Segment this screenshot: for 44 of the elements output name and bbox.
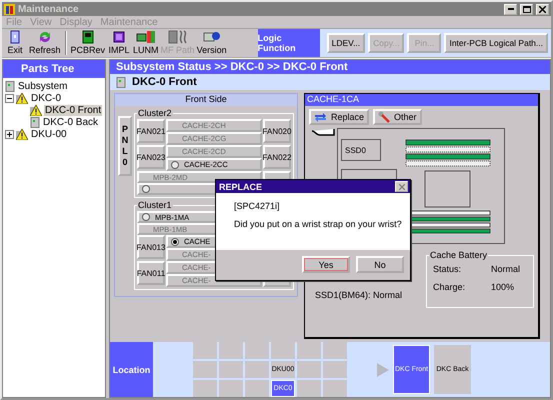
ssd-slot: SSD0: [341, 139, 381, 161]
action-button[interactable]: Other: [373, 109, 422, 125]
group-label: Cluster2: [137, 108, 173, 118]
window-title: Maintenance: [18, 4, 80, 14]
toolbar-button[interactable]: PCBRev: [70, 29, 106, 57]
dialog-title: REPLACE: [219, 182, 262, 192]
toolbar-button[interactable]: Version: [196, 29, 228, 57]
action-button[interactable]: Inter-PCB Logical Path...: [444, 33, 548, 53]
action-button[interactable]: LDEV...: [326, 33, 366, 53]
field-label: Charge:: [433, 282, 466, 292]
toolbar-button[interactable]: LUNM: [132, 29, 160, 57]
dialog-button[interactable]: No: [356, 256, 404, 273]
dialog-button[interactable]: Yes: [302, 256, 350, 273]
action-button[interactable]: Replace: [309, 109, 370, 125]
view-title: DKC-0 Front: [132, 76, 197, 88]
group-label: Cluster1: [137, 200, 173, 210]
field-value: Normal: [491, 264, 522, 274]
tree-item[interactable]: Subsystem: [17, 80, 68, 92]
panel-title: Parts Tree: [3, 60, 105, 78]
toolbar-button[interactable]: Exit: [2, 29, 28, 57]
panel-button[interactable]: PNL0: [118, 116, 132, 176]
field-label: SSD1(BM64):: [315, 290, 372, 300]
section-label: Logic Function: [258, 29, 320, 57]
fan-button[interactable]: FAN020: [263, 119, 291, 143]
section-label: Location: [110, 342, 153, 397]
panel-title: CACHE-1CA: [305, 94, 538, 106]
breadcrumb: Subsystem Status >> DKC-0 >> DKC-0 Front: [110, 60, 550, 74]
tree-item[interactable]: DKC-0 Back: [42, 116, 100, 128]
tree-item[interactable]: DKC-0: [30, 92, 62, 104]
field-value: 100%: [491, 282, 516, 292]
tree-item[interactable]: DKU-00: [30, 128, 68, 140]
group-label: Cache Battery: [429, 250, 488, 260]
fan-button[interactable]: FAN011: [137, 261, 165, 285]
message-code: [SPC4271i]: [234, 201, 281, 211]
fan-button[interactable]: FAN013: [137, 235, 165, 259]
fan-button[interactable]: FAN021: [137, 119, 165, 143]
tree-item[interactable]: DKC-0 Front: [44, 104, 102, 116]
panel-title: Front Side: [115, 94, 297, 106]
fan-button[interactable]: FAN022: [263, 145, 291, 169]
toolbar-button[interactable]: Refresh: [28, 29, 62, 57]
toolbar-button[interactable]: IMPL: [106, 29, 132, 57]
field-label: Status:: [433, 264, 462, 274]
fan-button[interactable]: FAN023: [137, 145, 165, 169]
field-value: Normal: [373, 290, 402, 300]
